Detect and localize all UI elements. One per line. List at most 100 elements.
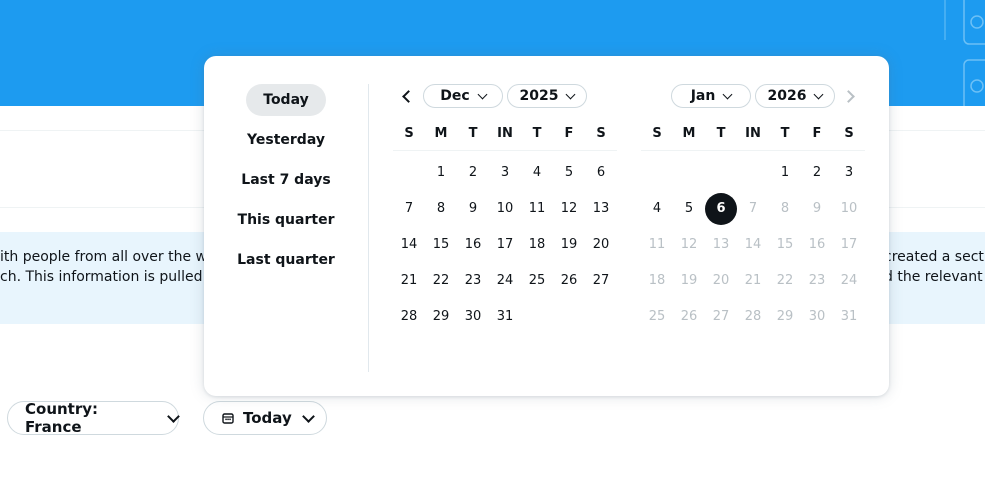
info-text-left-line1: ith people from all over the wo [0,249,216,265]
right-month-select[interactable]: Jan [671,84,751,108]
week-row: 28 29 30 31 [393,299,617,335]
date-filter-button[interactable]: Today [203,401,327,435]
day-cell[interactable]: 2 [457,157,489,189]
weekday-label: S [596,126,606,141]
prev-month-button[interactable] [398,87,416,105]
preset-yesterday[interactable]: Yesterday [204,124,368,156]
day-cell[interactable]: 27 [585,265,617,297]
chevron-down-icon [814,89,824,100]
day-cell[interactable]: 8 [425,193,457,225]
day-cell-disabled: 24 [840,273,858,288]
day-cell-disabled: 21 [744,273,762,288]
preset-this-quarter[interactable]: This quarter [204,204,368,236]
preset-last-quarter[interactable]: Last quarter [204,244,368,276]
day-cell[interactable]: 4 [521,157,553,189]
day-cell-disabled: 7 [748,201,758,216]
chevron-right-icon [842,90,855,103]
preset-label: This quarter [237,212,335,228]
day-cell[interactable]: 17 [489,229,521,261]
preset-today[interactable]: Today [204,84,368,116]
empty-day-cell [705,157,737,189]
empty-day-cell [553,301,585,333]
day-cell[interactable]: 23 [457,265,489,297]
chevron-down-icon [167,409,180,423]
decorative-shapes [944,0,985,106]
right-year-select[interactable]: 2026 [755,84,835,108]
weekday-label: S [404,126,414,141]
day-cell-selected[interactable]: 6 [705,193,737,225]
day-cell[interactable]: 5 [673,193,705,225]
chevron-down-icon [301,409,315,423]
calendar-december: S M T IN T F S 1 2 3 4 5 6 7 8 9 10 11 12 13 14 15 16 17 18 19 20 2… [393,118,617,335]
panel-divider [368,84,369,372]
weekday-label: T [468,126,478,141]
day-cell[interactable]: 3 [833,157,865,189]
day-cell[interactable]: 29 [425,301,457,333]
empty-day-cell [521,301,553,333]
day-cell[interactable]: 9 [457,193,489,225]
day-cell[interactable]: 28 [393,301,425,333]
day-cell[interactable]: 12 [553,193,585,225]
weekday-label: T [780,126,790,141]
day-cell[interactable]: 7 [393,193,425,225]
day-cell[interactable]: 3 [489,157,521,189]
calendar-january: S M T IN T F S 1 2 3 4 5 6 7 8 9 10 11 12 13 14 15 16 17 18 19 20 2… [641,118,865,335]
day-cell-disabled: 8 [780,201,790,216]
chevron-down-icon [722,89,733,100]
day-cell[interactable]: 22 [425,265,457,297]
day-cell-disabled: 23 [808,273,826,288]
preset-label: Last quarter [237,252,335,268]
week-row: 4 5 6 7 8 9 10 [641,191,865,227]
day-cell[interactable]: 25 [521,265,553,297]
day-cell-disabled: 26 [680,309,698,324]
date-filter-label: Today [243,409,292,427]
day-cell-disabled: 20 [712,273,730,288]
day-cell[interactable]: 31 [489,301,521,333]
country-filter-button[interactable]: Country: France [7,400,180,436]
day-cell-disabled: 14 [744,237,762,252]
day-cell[interactable]: 21 [393,265,425,297]
day-cell[interactable]: 1 [425,157,457,189]
weekday-label: IN [745,126,761,141]
day-cell[interactable]: 11 [521,193,553,225]
chevron-left-icon [402,90,415,103]
day-cell[interactable]: 18 [521,229,553,261]
empty-day-cell [673,157,705,189]
day-cell[interactable]: 24 [489,265,521,297]
left-month-select[interactable]: Dec [423,84,503,108]
day-cell-disabled: 9 [812,201,822,216]
day-cell-disabled: 19 [680,273,698,288]
weekday-label: IN [497,126,513,141]
chevron-down-icon [566,89,576,100]
weekday-label: S [652,126,662,141]
day-grid: 1 2 3 4 5 6 7 8 9 10 11 12 13 14 15 16 17 18 19 20 21 22 23 24 2… [393,155,617,335]
day-cell[interactable]: 1 [769,157,801,189]
day-cell[interactable]: 10 [489,193,521,225]
day-cell-disabled: 28 [744,309,762,324]
day-cell[interactable]: 4 [641,193,673,225]
week-row: 7 8 9 10 11 12 13 [393,191,617,227]
right-year-value: 2026 [767,88,807,104]
day-cell[interactable]: 6 [585,157,617,189]
day-cell[interactable]: 19 [553,229,585,261]
week-row: 123 [641,155,865,191]
day-cell[interactable]: 20 [585,229,617,261]
calendar-icon [222,413,234,424]
preset-last-7-days[interactable]: Last 7 days [204,164,368,196]
empty-day-cell [641,157,673,189]
day-cell[interactable]: 30 [457,301,489,333]
day-cell[interactable]: 14 [393,229,425,261]
day-cell[interactable]: 13 [585,193,617,225]
week-row: 123456 [393,155,617,191]
next-month-button[interactable] [841,87,859,105]
day-cell[interactable]: 16 [457,229,489,261]
day-cell[interactable]: 15 [425,229,457,261]
day-cell[interactable]: 26 [553,265,585,297]
day-cell[interactable]: 2 [801,157,833,189]
empty-day-cell [585,301,617,333]
country-filter-label: Country: France [25,400,99,436]
day-cell[interactable]: 5 [553,157,585,189]
weekday-label: S [844,126,854,141]
chevron-down-icon [477,89,488,100]
left-year-select[interactable]: 2025 [507,84,587,108]
